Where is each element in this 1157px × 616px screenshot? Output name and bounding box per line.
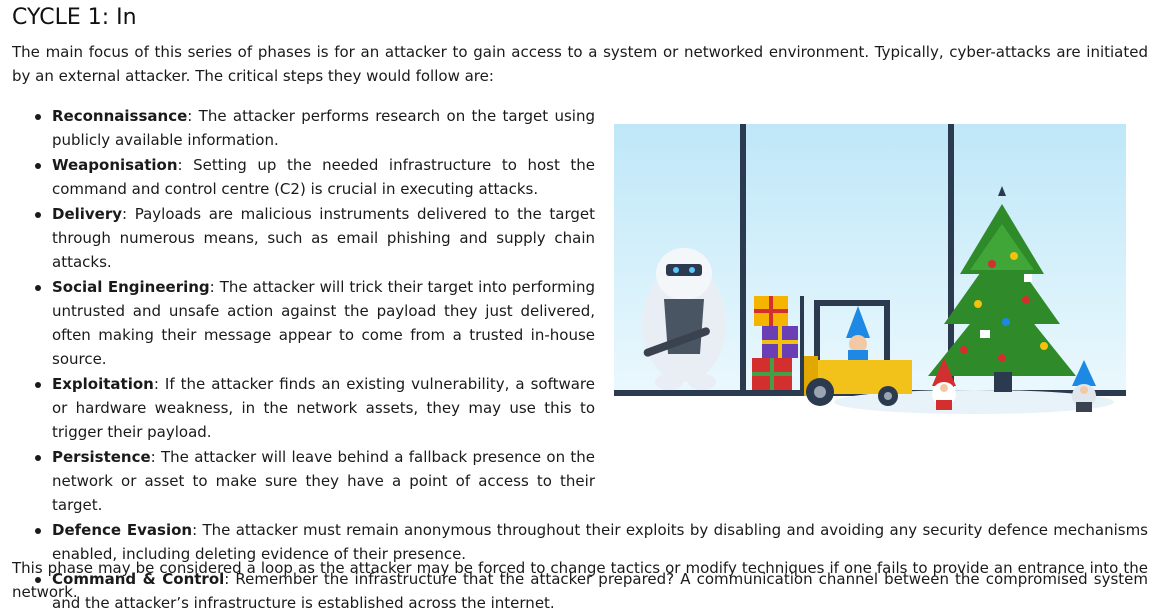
step-text: : Payloads are malicious instruments del…	[52, 205, 595, 271]
step-term: Persistence	[52, 448, 151, 466]
step-term: Defence Evasion	[52, 521, 193, 539]
step-term: Weaponisation	[52, 156, 178, 174]
intro-paragraph: The main focus of this series of phases …	[12, 43, 1148, 85]
outro-paragraph: This phase may be considered a loop as t…	[12, 559, 1148, 601]
step-term: Social Engineering	[52, 278, 210, 296]
list-item: Delivery: Payloads are malicious instrum…	[12, 202, 595, 274]
list-item: Exploitation: If the attacker finds an e…	[12, 372, 595, 444]
step-term: Delivery	[52, 205, 123, 223]
list-item: Weaponisation: Setting up the needed inf…	[12, 153, 595, 201]
christmas-warehouse-illustration	[614, 124, 1126, 429]
list-item: Social Engineering: The attacker will tr…	[12, 275, 595, 371]
page-title: CYCLE 1: In	[12, 5, 137, 30]
step-term: Reconnaissance	[52, 107, 188, 125]
window-frame	[740, 124, 746, 392]
list-item: Persistence: The attacker will leave beh…	[12, 445, 595, 517]
list-item: Reconnaissance: The attacker performs re…	[12, 104, 595, 152]
step-term: Exploitation	[52, 375, 154, 393]
